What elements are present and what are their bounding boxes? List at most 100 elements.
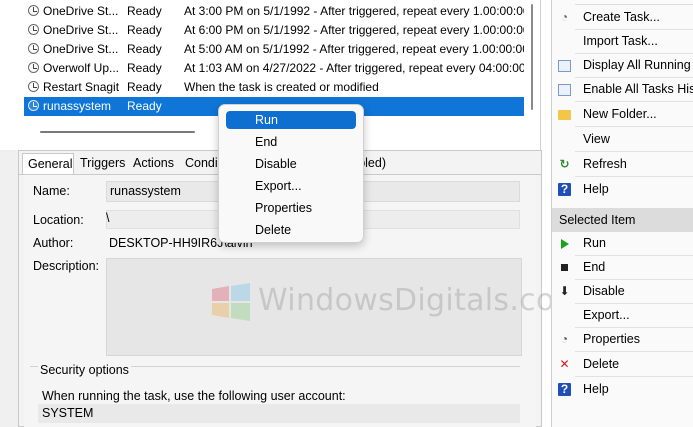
task-row[interactable]: Restart Snagit Ready When the task is cr… [24,78,524,97]
menu-item-label: End [255,135,278,149]
context-menu-disable[interactable]: Disable [226,155,356,173]
clock-icon [28,43,39,54]
clock-icon [28,62,39,73]
context-menu-properties[interactable]: Properties [226,199,356,217]
security-options-title: Security options [38,363,131,377]
menu-item-label: Export... [255,179,302,193]
menu-item-label: Properties [255,201,312,215]
menu-item-label: Delete [255,223,292,237]
task-trigger: When the task is created or modified [184,80,379,94]
author-label: Author: [33,236,74,250]
task-row[interactable]: OneDrive St... Ready At 5:00 AM on 5/1/1… [24,40,524,59]
import-task-action[interactable]: Import Task... [552,29,693,53]
task-name: runassystem [43,99,112,113]
watermark: WindowsDigitals.com [212,279,592,327]
task-trigger: At 1:03 AM on 4/27/2022 - After triggere… [184,61,524,75]
watermark-text: WindowsDigitals.com [258,283,585,318]
action-label: Enable All Tasks Histo [583,82,693,96]
action-label: Import Task... [583,34,658,48]
task-status: Ready [127,99,162,113]
tab-general[interactable]: General [22,153,74,174]
task-name: OneDrive St... [43,4,119,18]
section-header-label: Selected Item [559,213,636,227]
delete-icon: ✕ [559,357,570,371]
context-menu-run[interactable]: Run [226,111,356,129]
task-trigger: At 3:00 PM on 5/1/1992 - After triggered… [184,4,524,18]
watermark-logo [212,283,250,321]
task-status: Ready [127,4,162,18]
task-row[interactable]: OneDrive St... Ready At 3:00 PM on 5/1/1… [24,2,524,21]
clock-icon [28,24,39,35]
end-action[interactable]: End [552,255,693,279]
task-status: Ready [127,80,162,94]
properties-action[interactable]: ◔ Properties [552,327,693,351]
create-task-icon: ◔ [560,10,569,24]
selected-item-header[interactable]: Selected Item [552,208,693,232]
task-row[interactable]: OneDrive St... Ready At 6:00 PM on 5/1/1… [24,21,524,40]
clock-icon [28,5,39,16]
name-label: Name: [33,184,70,198]
task-name: OneDrive St... [43,42,119,56]
clock-icon [28,81,39,92]
vertical-scrollbar-thumb[interactable] [531,4,533,110]
help-action[interactable]: ? Help [552,177,693,201]
left-margin [0,150,18,427]
disable-icon: ⬇ [559,284,570,298]
security-account-label: When running the task, use the following… [42,389,346,403]
task-name: OneDrive St... [43,23,119,37]
action-label: New Folder... [583,107,657,121]
action-label: Create Task... [583,10,660,24]
context-menu-delete[interactable]: Delete [226,221,356,239]
tab-triggers[interactable]: Triggers [80,153,125,174]
action-label: Help [583,182,609,196]
end-icon [561,264,568,271]
help-action-selected[interactable]: ? Help [552,377,693,401]
action-label: Run [583,236,606,250]
action-label: Properties [583,332,640,346]
task-row[interactable]: Overwolf Up... Ready At 1:03 AM on 4/27/… [24,59,524,78]
task-trigger: At 5:00 AM on 5/1/1992 - After triggered… [184,42,524,56]
task-status: Ready [127,42,162,56]
display-running-tasks-action[interactable]: Display All Running T [552,53,693,77]
task-status: Ready [127,61,162,75]
help-icon: ? [558,183,571,196]
context-menu-export[interactable]: Export... [226,177,356,195]
new-folder-action[interactable]: New Folder... [552,102,693,126]
tab-actions[interactable]: Actions [133,153,174,174]
location-label: Location: [33,213,84,227]
task-name: Overwolf Up... [43,61,120,75]
horizontal-scrollbar-thumb[interactable] [40,131,195,133]
enable-tasks-history-action[interactable]: Enable All Tasks Histo [552,77,693,101]
tab-conditions[interactable]: Condi [185,153,218,174]
context-menu-end[interactable]: End [226,133,356,151]
menu-item-label: Run [255,113,278,127]
refresh-icon: ↻ [559,157,570,171]
refresh-action[interactable]: ↻ Refresh [552,152,693,176]
properties-icon: ◔ [560,332,569,346]
location-value: \ [106,211,110,225]
run-action[interactable]: Run [552,231,693,255]
action-label: Disable [583,284,625,298]
menu-item-label: Disable [255,157,297,171]
disable-action[interactable]: ⬇ Disable [552,279,693,303]
history-icon [558,84,571,96]
action-label: Delete [583,357,620,371]
action-label: Refresh [583,157,627,171]
export-action[interactable]: Export... [552,303,693,327]
delete-action[interactable]: ✕ Delete [552,352,693,376]
action-label: Display All Running T [583,58,693,72]
help-icon: ? [558,383,571,396]
display-running-icon [558,60,571,72]
security-account-field [38,404,520,423]
description-label: Description: [33,259,99,273]
name-value: runassystem [110,184,181,198]
action-label: View [583,132,610,146]
task-trigger: At 6:00 PM on 5/1/1992 - After triggered… [184,23,524,37]
task-name: Restart Snagit [43,80,120,94]
create-task-action[interactable]: ◔ Create Task... [552,5,693,29]
action-label: Help [583,382,609,396]
action-label: End [583,260,606,274]
task-status: Ready [127,23,162,37]
run-icon [561,239,569,249]
view-action[interactable]: View [552,127,693,151]
